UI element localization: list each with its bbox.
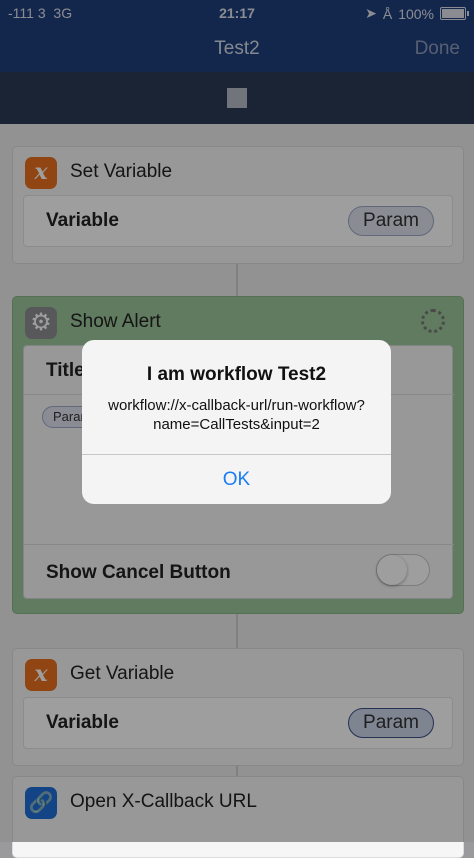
ok-button[interactable]: OK bbox=[82, 455, 391, 504]
alert-message: workflow://x-callback-url/run-workflow?n… bbox=[108, 397, 365, 433]
alert-title: I am workflow Test2 bbox=[146, 364, 327, 385]
alert-dialog: I am workflow Test2 workflow://x-callbac… bbox=[82, 340, 391, 504]
